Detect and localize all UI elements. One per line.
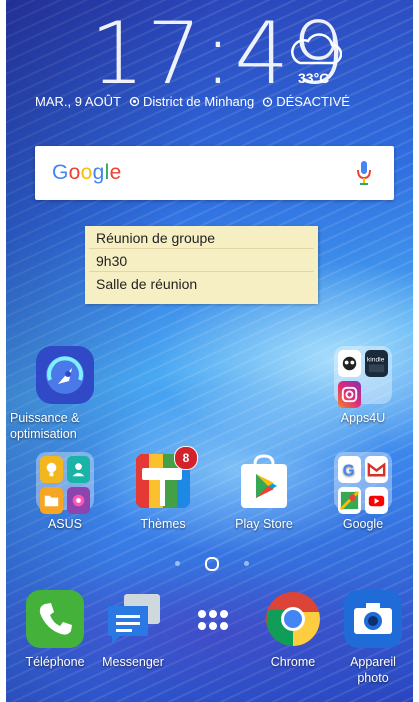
tips-bulb-icon	[40, 456, 63, 483]
kindle-icon: kindle	[365, 350, 388, 377]
folder-google[interactable]: G Google	[318, 452, 408, 532]
location-group[interactable]: District de Minhang	[129, 94, 254, 109]
dock-telephone[interactable]: Téléphone	[10, 590, 100, 670]
app-play-store[interactable]: Play Store	[219, 452, 309, 532]
chrome-icon	[264, 590, 322, 648]
google-logo: Google	[52, 161, 122, 184]
date-label: MAR., 9 AOÛT	[35, 94, 121, 109]
cloud-weather-icon[interactable]	[288, 32, 342, 66]
youtube-icon	[365, 487, 388, 514]
themes-paint-roller-icon: 8	[134, 446, 198, 510]
app-label: Puissance & optimisation	[10, 411, 80, 441]
alarm-label: DÉSACTIVÉ	[276, 94, 350, 109]
all-apps-button[interactable]	[168, 590, 258, 648]
play-store-icon	[235, 452, 293, 510]
folder-label: Apps4U	[340, 411, 386, 425]
google-maps-icon	[338, 487, 361, 514]
location-label: District de Minhang	[142, 94, 255, 109]
phone-icon	[26, 590, 84, 648]
google-g-icon: G	[338, 456, 361, 483]
info-line: MAR., 9 AOÛT District de Minhang DÉSACTI…	[35, 94, 350, 109]
page-dot[interactable]	[175, 561, 180, 566]
page-indicator[interactable]	[0, 557, 419, 571]
dock-chrome[interactable]: Chrome	[248, 590, 338, 670]
app-label: Chrome	[270, 655, 316, 669]
speedometer-rocket-icon	[36, 346, 94, 404]
location-icon	[129, 96, 140, 107]
google-search-widget[interactable]: Google	[35, 146, 394, 200]
folder-apps4u[interactable]: kindle Apps4U	[318, 346, 408, 426]
contacts-icon	[67, 456, 90, 483]
asus-folder-icon	[36, 452, 94, 514]
alarm-group[interactable]: DÉSACTIVÉ	[262, 94, 350, 109]
file-manager-icon	[40, 487, 63, 514]
app-drawer-grid-icon	[184, 590, 242, 648]
app-label: Téléphone	[25, 655, 85, 669]
app-puissance-optimisation[interactable]: Puissance & optimisation	[10, 346, 110, 442]
note-line: Réunion de groupe	[89, 226, 314, 249]
app-label: Play Store	[235, 517, 293, 531]
folder-asus[interactable]: ASUS	[20, 452, 110, 532]
dock-appareil-photo[interactable]: Appareil photo	[328, 590, 418, 686]
gallery-icon	[67, 487, 90, 514]
app-label: Messenger	[102, 655, 164, 669]
alarm-clock-icon	[263, 97, 273, 107]
svg-text:kindle: kindle	[367, 357, 385, 364]
temperature-label[interactable]: 33°C	[298, 70, 329, 86]
folder-label: ASUS	[47, 517, 83, 531]
note-line: Salle de réunion	[96, 276, 198, 292]
microphone-icon[interactable]	[356, 160, 372, 186]
memo-note-widget[interactable]: Réunion de groupe 9h30 Salle de réunion	[85, 226, 318, 304]
google-folder-icon: G	[334, 452, 392, 514]
puzzle-app-icon	[338, 350, 361, 377]
home-page-dot[interactable]	[205, 557, 219, 571]
app-label: Appareil photo	[350, 655, 396, 685]
page-dot[interactable]	[244, 561, 249, 566]
svg-text:G: G	[343, 462, 355, 479]
instagram-icon	[338, 381, 361, 408]
app-label: Thèmes	[140, 517, 186, 531]
gmail-icon	[365, 456, 388, 483]
notification-badge: 8	[174, 446, 198, 470]
camera-icon	[344, 590, 402, 648]
messenger-chat-icon	[104, 590, 162, 648]
folder-label: Google	[342, 517, 384, 531]
apps4u-folder-icon: kindle	[334, 346, 392, 408]
dock-messenger[interactable]: Messenger	[88, 590, 178, 670]
app-themes[interactable]: 8 Thèmes	[118, 446, 208, 532]
note-line: 9h30	[89, 249, 314, 272]
